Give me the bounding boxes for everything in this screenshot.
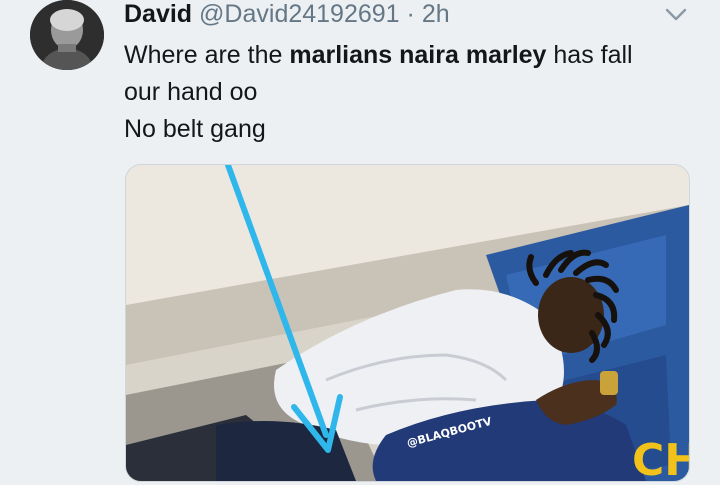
tweet-text-line-1: Where are the marlians naira marley has …	[124, 37, 704, 74]
author-handle[interactable]: @David24192691	[199, 0, 400, 28]
avatar-image	[30, 0, 104, 70]
tweet-time[interactable]: 2h	[422, 0, 450, 28]
tweet-text-segment: Where are the	[124, 41, 290, 69]
tweet-text-segment: has fall	[546, 41, 633, 69]
tweet-text-bold: marlians naira marley	[289, 41, 547, 69]
tweet-text-line-2: our hand oo	[124, 78, 258, 106]
tweet-media[interactable]: @BLAQBOOTV CH	[125, 164, 690, 482]
corner-watermark-text: CH	[632, 435, 689, 481]
tweet[interactable]: David @David24192691 · 2h Where are the …	[0, 0, 720, 485]
author-name[interactable]: David	[124, 0, 192, 28]
tweet-text: Where are the marlians naira marley has …	[124, 37, 704, 148]
media-overlay: @BLAQBOOTV CH	[405, 415, 689, 481]
tweet-header: David @David24192691 · 2h	[124, 0, 450, 28]
meta-separator: ·	[406, 0, 415, 28]
watermark-text: @BLAQBOOTV	[405, 415, 493, 450]
tweet-text-line-3: No belt gang	[124, 115, 266, 143]
chevron-down-icon[interactable]	[664, 6, 688, 24]
avatar[interactable]	[30, 0, 104, 70]
